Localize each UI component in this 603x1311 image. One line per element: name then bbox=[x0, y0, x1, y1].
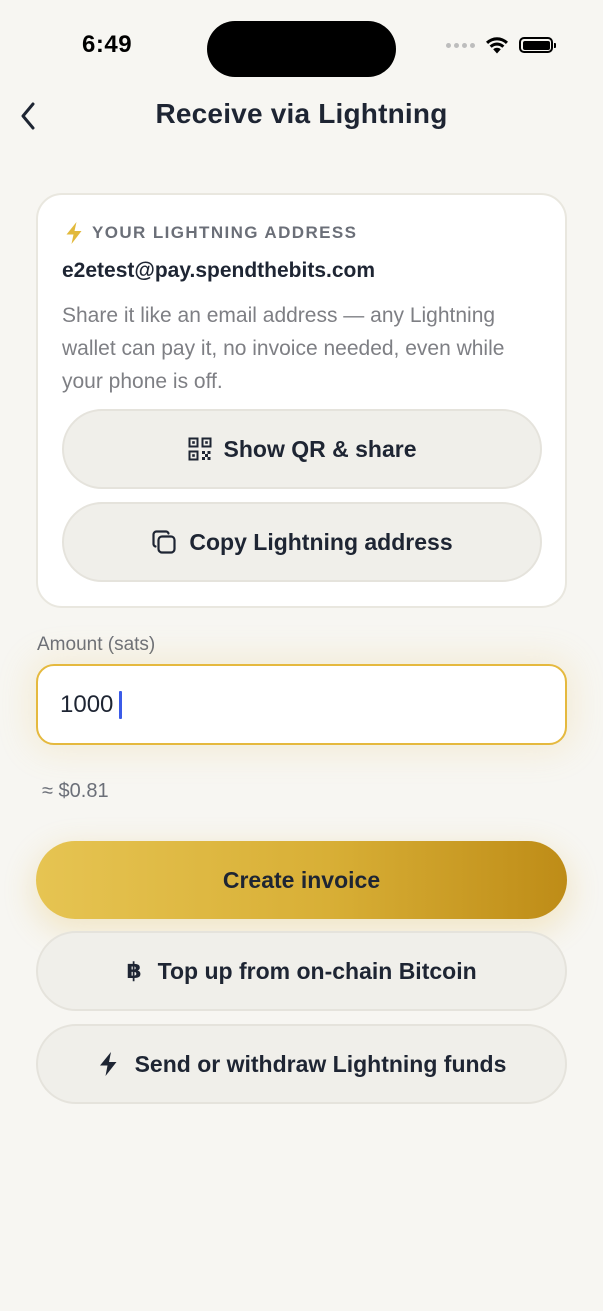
copy-lightning-address-label: Copy Lightning address bbox=[189, 528, 453, 555]
card-label: YOUR LIGHTNING ADDRESS bbox=[92, 223, 358, 242]
qr-code-icon bbox=[188, 437, 212, 461]
copy-icon bbox=[151, 529, 177, 555]
create-invoice-label: Create invoice bbox=[222, 866, 381, 893]
card-label-row: YOUR LIGHTNING ADDRESS bbox=[64, 221, 357, 245]
amount-label: Amount (sats) bbox=[37, 634, 156, 655]
receive-lightning-screen: 6:49 Receive via Lightning YOUR LIGHTNIN… bbox=[0, 0, 603, 1311]
fiat-estimate: ≈ $0.81 bbox=[42, 780, 109, 802]
battery-icon bbox=[519, 37, 556, 53]
lightning-address-value: e2etest@pay.spendthebits.com bbox=[62, 259, 376, 282]
show-qr-share-label: Show QR & share bbox=[223, 435, 417, 462]
text-caret bbox=[119, 691, 122, 719]
card-description: Share it like an email address — any Lig… bbox=[62, 304, 505, 393]
lightning-bolt-icon bbox=[97, 1051, 119, 1077]
topup-onchain-button[interactable]: ฿ Top up from on-chain Bitcoin bbox=[36, 931, 567, 1011]
copy-lightning-address-button[interactable]: Copy Lightning address bbox=[62, 502, 542, 582]
amount-input-field[interactable] bbox=[36, 664, 567, 745]
navigation-header: Receive via Lightning bbox=[0, 88, 603, 144]
dynamic-island bbox=[207, 21, 396, 77]
topup-onchain-label: Top up from on-chain Bitcoin bbox=[157, 957, 477, 984]
page-title: Receive via Lightning bbox=[155, 98, 448, 129]
amount-input[interactable] bbox=[60, 666, 540, 743]
bitcoin-icon: ฿ bbox=[126, 958, 142, 983]
status-icons bbox=[446, 36, 556, 54]
lightning-address-card: YOUR LIGHTNING ADDRESS e2etest@pay.spend… bbox=[36, 193, 567, 608]
show-qr-share-button[interactable]: Show QR & share bbox=[62, 409, 542, 489]
create-invoice-button[interactable]: Create invoice bbox=[36, 841, 567, 919]
send-withdraw-lightning-button[interactable]: Send or withdraw Lightning funds bbox=[36, 1024, 567, 1104]
status-bar: 6:49 bbox=[0, 0, 603, 96]
send-withdraw-label: Send or withdraw Lightning funds bbox=[134, 1050, 507, 1077]
wifi-icon bbox=[485, 36, 509, 54]
lightning-bolt-icon bbox=[64, 221, 84, 245]
cellular-signal-icon bbox=[446, 42, 475, 48]
status-time: 6:49 bbox=[82, 31, 133, 58]
